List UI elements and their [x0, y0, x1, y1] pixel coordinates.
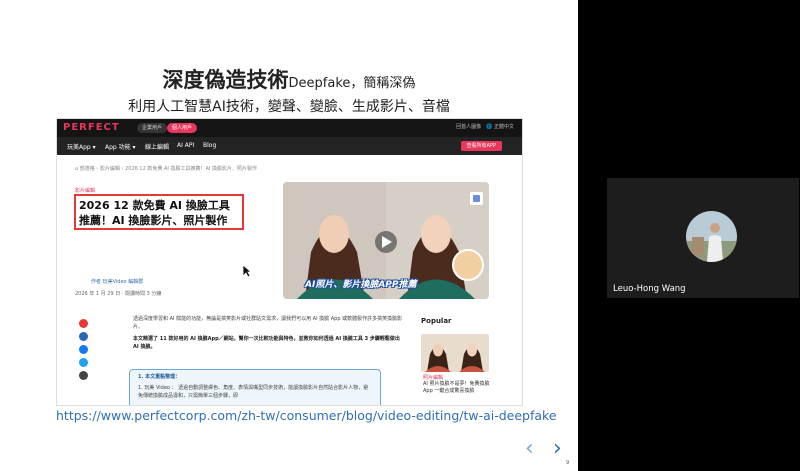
hero-caption: AI照片、影片換臉APP推薦 — [305, 280, 417, 290]
slide-page-number: 9 — [566, 460, 570, 466]
slide-title-suffix: ，簡稱深偽 — [350, 76, 416, 91]
presentation-slide: 深度偽造技術Deepfake，簡稱深偽 利用人工智慧AI技術，變聲、變臉、生成影… — [0, 0, 578, 471]
popular-heading: Popular — [421, 317, 452, 325]
summary-item: 1. 玩美 Video ： 透過自動調整膚色、角度、表情與嘴型同步技術，能讓換臉… — [138, 385, 369, 399]
popular-article-title: AI 照片換臉不是夢！免費換臉 App 一鍵合成驚喜換臉 — [423, 381, 490, 394]
business-user-pill: 企業用戶 — [137, 123, 168, 133]
share-link-icon — [79, 371, 88, 380]
article-author: 作者 玩美Video 編輯群 — [91, 279, 144, 285]
mouse-cursor-icon — [242, 264, 252, 278]
nav-item-apps: 玩美App ▾ — [67, 144, 96, 151]
nav-item-ai-api: AI API — [177, 142, 195, 149]
share-buttons — [79, 319, 91, 384]
participant-name: Leuo-Hong Wang — [613, 284, 686, 294]
website-breadcrumb: ⌂ 部落格 › 影片編輯 › 2026 12 款免費 AI 換臉工具推薦！AI … — [75, 166, 257, 172]
slide-title-term: Deepfake — [288, 76, 351, 91]
article-headline: 2026 12 款免費 AI 換臉工具推薦！AI 換臉影片、照片製作 — [79, 199, 230, 227]
next-slide-button[interactable]: › — [553, 438, 562, 460]
personal-user-pill: 個人用戶 — [167, 123, 198, 133]
website-topbar: PERFECT 企業用戶 個人用戶 回首人圖像 🌐 正體中文 — [57, 119, 522, 137]
popular-category: 照片編輯 — [423, 375, 444, 381]
previous-slide-button[interactable]: ‹ — [525, 438, 534, 460]
participant-avatar — [686, 211, 737, 262]
nav-item-features: App 功能 ▾ — [105, 144, 136, 151]
meeting-stage: 深度偽造技術Deepfake，簡稱深偽 利用人工智慧AI技術，變聲、變臉、生成影… — [0, 0, 800, 471]
hero-image: AI照片、影片換臉APP推薦 — [283, 182, 489, 299]
headline-highlight-box: 2026 12 款免費 AI 換臉工具推薦！AI 換臉影片、照片製作 — [74, 194, 244, 230]
article-category: 影片編輯 — [75, 188, 96, 194]
share-linkedin-icon — [79, 332, 88, 341]
summary-title: 1. 本文重點整理： — [138, 374, 181, 380]
popular-thumbnail — [421, 334, 489, 372]
intro-paragraph-1: 透過深度學習和 AI 賦能的功能，無論是搞笑影片或社群貼文需求，讓我們可以用 A… — [133, 316, 403, 330]
view-all-apps-button: 查看所有APP — [460, 141, 502, 151]
slide-title-main: 深度偽造技術 — [162, 68, 289, 92]
share-youtube-icon — [79, 319, 88, 328]
intro-paragraph-2: 本文精選了 11 款好用的 AI 換臉App／網站，幫你一次比較功能與特色，並教… — [133, 336, 400, 350]
slide-title: 深度偽造技術Deepfake，簡稱深偽 — [0, 64, 578, 94]
nav-item-blog: Blog — [203, 142, 217, 149]
website-nav: 玩美App ▾ App 功能 ▾ 線上編輯 AI API Blog 查看所有AP… — [57, 137, 522, 155]
share-twitter-icon — [79, 358, 88, 367]
website-screenshot: PERFECT 企業用戶 個人用戶 回首人圖像 🌐 正體中文 玩美App ▾ A… — [56, 118, 523, 406]
share-facebook-icon — [79, 345, 88, 354]
slide-subtitle: 利用人工智慧AI技術，變聲、變臉、生成影片、音檔 — [128, 99, 450, 115]
website-topbar-right: 回首人圖像 🌐 正體中文 — [456, 124, 514, 130]
summary-box: 1. 本文重點整理： 1. 玩美 Video ： 透過自動調整膚色、角度、表情與… — [129, 369, 381, 405]
nav-item-online-edit: 線上編輯 — [145, 144, 170, 151]
source-url-link[interactable]: https://www.perfectcorp.com/zh-tw/consum… — [56, 408, 557, 423]
website-logo: PERFECT — [63, 122, 120, 133]
article-date: 2026 年 1 月 29 日 · 閱讀時間 3 分鐘 — [75, 291, 162, 297]
article-intro: 透過深度學習和 AI 賦能的功能，無論是搞笑影片或社群貼文需求，讓我們可以用 A… — [133, 315, 403, 355]
